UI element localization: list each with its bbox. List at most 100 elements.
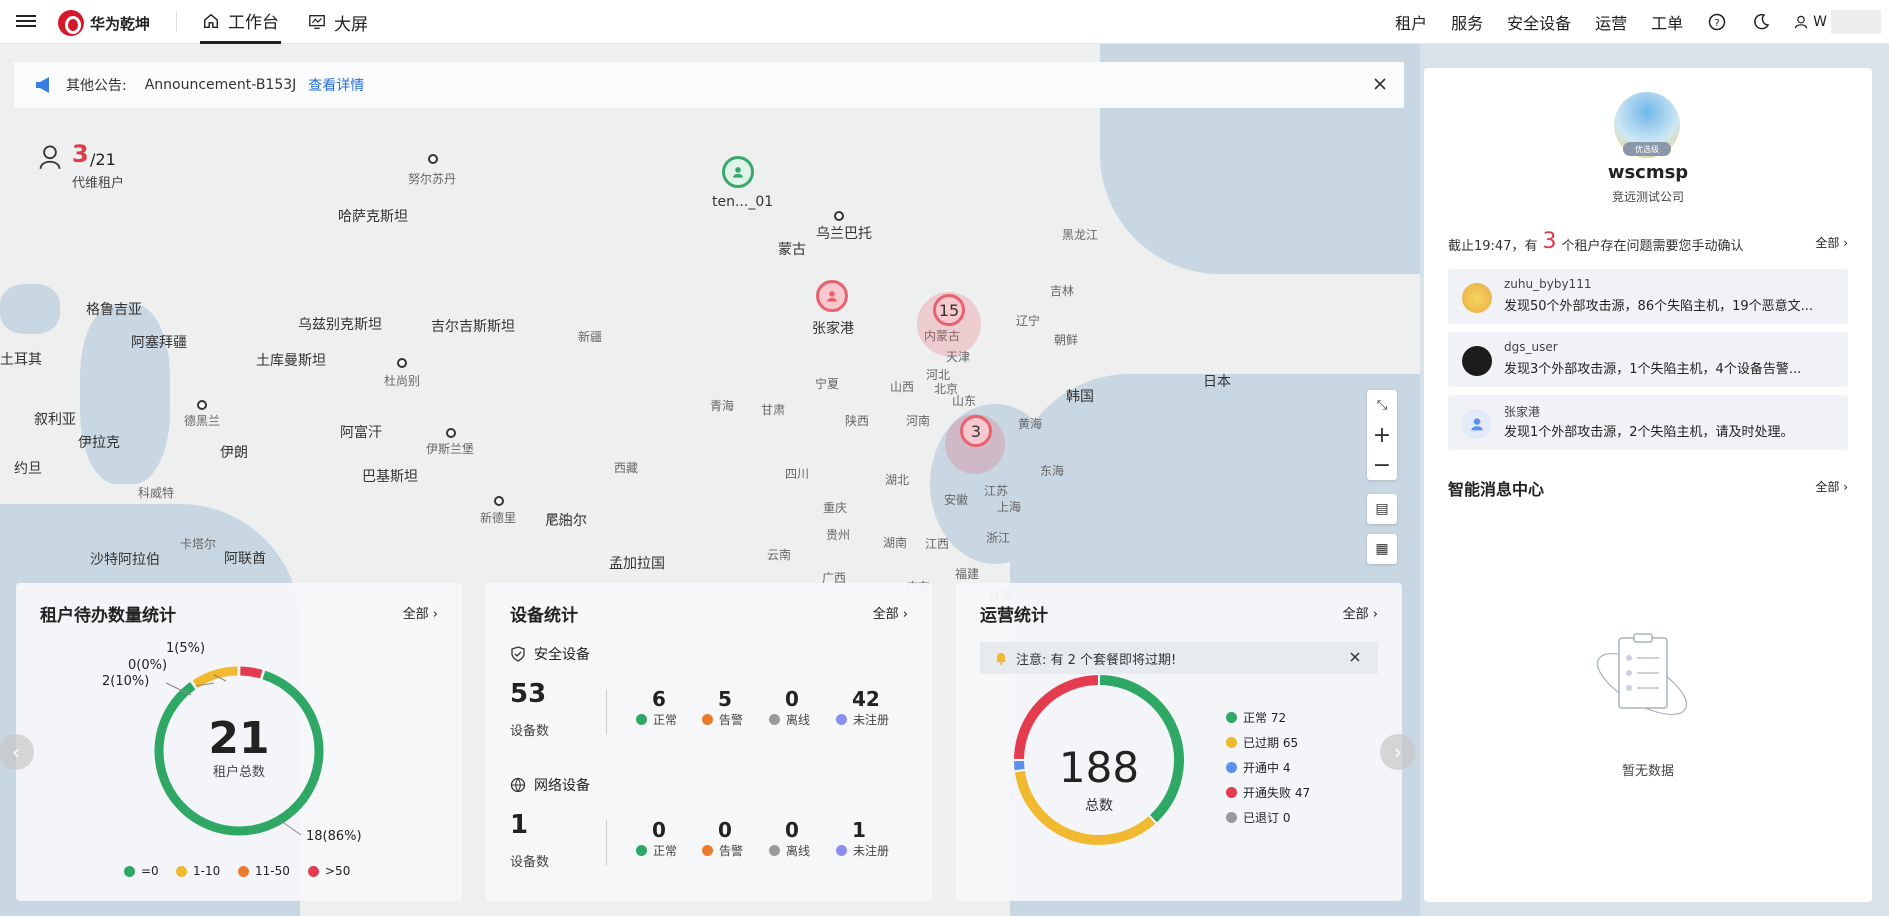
- tenant-todo-card: 租户待办数量统计 全部 › 21 租户总数 18(86%) 2(10%) 0(0…: [16, 583, 462, 901]
- map-place-label: 江苏: [984, 484, 1009, 498]
- avatar[interactable]: 优选级: [1614, 92, 1680, 158]
- stat-row: 正常: [636, 711, 677, 728]
- tab-big-screen[interactable]: 大屏: [308, 0, 368, 44]
- map-place-label: 吉林: [1050, 284, 1075, 298]
- map-place-label: 伊朗: [220, 445, 248, 461]
- stat-label: 离线: [786, 713, 811, 727]
- legend-label: 开通中 4: [1243, 761, 1291, 775]
- map-place-label: 土耳其: [0, 352, 42, 368]
- stat-label: 未注册: [853, 844, 890, 858]
- segment-label: 1(5%): [166, 641, 206, 656]
- shield-icon: [511, 646, 525, 662]
- tenant-alert-item[interactable]: 张家港 发现1个外部攻击源，2个失陷主机，请及时处理。: [1448, 395, 1848, 450]
- brand-logo[interactable]: 华为乾坤: [58, 10, 150, 36]
- donut-total-label: 租户总数: [212, 765, 265, 780]
- map-place-label: 日本: [1203, 374, 1231, 390]
- dark-mode-icon[interactable]: [1751, 12, 1771, 32]
- device-stat: 1 未注册: [836, 818, 889, 859]
- donut-segment: [192, 666, 238, 688]
- map-place-label: 云南: [767, 548, 792, 562]
- map-place-label: 贵州: [826, 528, 851, 542]
- count-label: 设备数: [510, 724, 550, 739]
- map-place-label: 吉尔吉斯斯坦: [431, 319, 515, 335]
- nav-ticket[interactable]: 工单: [1651, 10, 1683, 34]
- legend-label: 1-10: [193, 864, 221, 878]
- avatar: [1462, 409, 1492, 439]
- map-place-label: 上海: [997, 500, 1022, 514]
- alert-message: 发现1个外部攻击源，2个失陷主机，请及时处理。: [1504, 425, 1794, 440]
- grid-icon[interactable]: ▦: [1367, 534, 1397, 564]
- alert-user: dgs_user: [1504, 340, 1558, 354]
- tenant-alert-item[interactable]: zuhu_byby111 发现50个外部攻击源，86个失陷主机，19个恶意文..…: [1448, 269, 1848, 324]
- close-icon[interactable]: [1372, 76, 1388, 92]
- fullscreen-icon[interactable]: ⤡: [1367, 390, 1397, 420]
- view-details-link[interactable]: 查看详情: [308, 75, 364, 95]
- alert-user: zuhu_byby111: [1504, 277, 1592, 291]
- status-dot: [702, 845, 713, 856]
- map-place-label: 甘肃: [761, 403, 786, 417]
- user-icon[interactable]: [1793, 12, 1809, 32]
- view-all-link[interactable]: 全部 ›: [1815, 478, 1848, 495]
- stat-row: 离线: [769, 711, 810, 728]
- tab-workbench[interactable]: 工作台: [200, 0, 281, 44]
- stat-label: 告警: [719, 713, 744, 727]
- company-name: 竞远测试公司: [1611, 190, 1684, 204]
- map-place-label: 努尔苏丹: [408, 172, 457, 186]
- legend-dot: [124, 865, 135, 877]
- legend-item: 1-10: [176, 864, 220, 878]
- alert-message: 发现50个外部攻击源，86个失陷主机，19个恶意文...: [1504, 299, 1814, 314]
- city-marker: [428, 154, 438, 164]
- nav-operation[interactable]: 运营: [1595, 10, 1627, 34]
- help-icon[interactable]: ?: [1707, 12, 1727, 32]
- map-place-label: 黄海: [1018, 417, 1043, 431]
- map-place-label: 四川: [785, 467, 810, 481]
- list-icon[interactable]: ▤: [1367, 494, 1397, 524]
- tenant-summary: 3 /21 代维租户: [38, 140, 124, 191]
- layer-tool: ▤: [1367, 494, 1397, 524]
- map-place-label: 辽宁: [1016, 314, 1041, 328]
- map-place-label: 伊拉克: [78, 435, 120, 451]
- legend-item: 开通失败 47: [1226, 784, 1310, 801]
- next-arrow-button[interactable]: ›: [1380, 734, 1416, 770]
- view-all-link[interactable]: 全部 ›: [1815, 234, 1848, 251]
- donut-total: 21: [208, 713, 270, 764]
- stat-number: 6: [652, 687, 666, 711]
- tenant-marker[interactable]: [816, 280, 848, 312]
- map-place-label: 山西: [890, 380, 915, 394]
- map-place-label: 新德里: [480, 511, 517, 525]
- cluster-marker[interactable]: 15: [933, 294, 965, 326]
- announcement-value: Announcement-B153J: [144, 77, 297, 93]
- view-all-label: 全部: [1815, 480, 1840, 494]
- brand-name: 华为乾坤: [90, 14, 151, 33]
- map-place-label: 约旦: [14, 461, 42, 477]
- megaphone-icon: [36, 77, 49, 93]
- map-place-label: 江西: [925, 537, 950, 551]
- network-device-header: 网络设备: [510, 775, 590, 795]
- cluster-marker[interactable]: 3: [960, 415, 992, 447]
- view-all-link[interactable]: 全部 ›: [873, 603, 908, 622]
- zoom-out-button[interactable]: −: [1367, 450, 1397, 480]
- nav-security-device[interactable]: 安全设备: [1507, 10, 1571, 34]
- map-place-label: 格鲁吉亚: [86, 302, 142, 318]
- hamburger-menu-icon[interactable]: [16, 12, 36, 30]
- nav-service[interactable]: 服务: [1451, 10, 1483, 34]
- device-stat: 0 离线: [769, 687, 810, 728]
- tenant-marker[interactable]: [722, 156, 754, 188]
- map-place-label: 科威特: [138, 486, 175, 500]
- user-initial[interactable]: W: [1813, 14, 1827, 30]
- divider: [606, 689, 607, 735]
- stat-row: 离线: [769, 842, 810, 859]
- legend-item: 开通中 4: [1226, 759, 1290, 776]
- grid-tool: ▦: [1367, 534, 1397, 564]
- stat-label: 正常: [653, 844, 678, 858]
- map-place-label: 巴基斯坦: [362, 469, 418, 485]
- segment-label: 2(10%): [102, 674, 150, 689]
- nav-tenant[interactable]: 租户: [1395, 10, 1427, 34]
- stat-number: 0: [718, 818, 732, 842]
- city-marker: [397, 358, 407, 368]
- tenant-alert-item[interactable]: dgs_user 发现3个外部攻击源，1个失陷主机，4个设备告警...: [1448, 332, 1848, 387]
- alert-user: 张家港: [1504, 405, 1541, 419]
- legend-dot: [1226, 762, 1237, 773]
- right-nav: 租户 服务 安全设备 运营 工单 ? W: [1371, 0, 1889, 44]
- zoom-in-button[interactable]: +: [1367, 420, 1397, 450]
